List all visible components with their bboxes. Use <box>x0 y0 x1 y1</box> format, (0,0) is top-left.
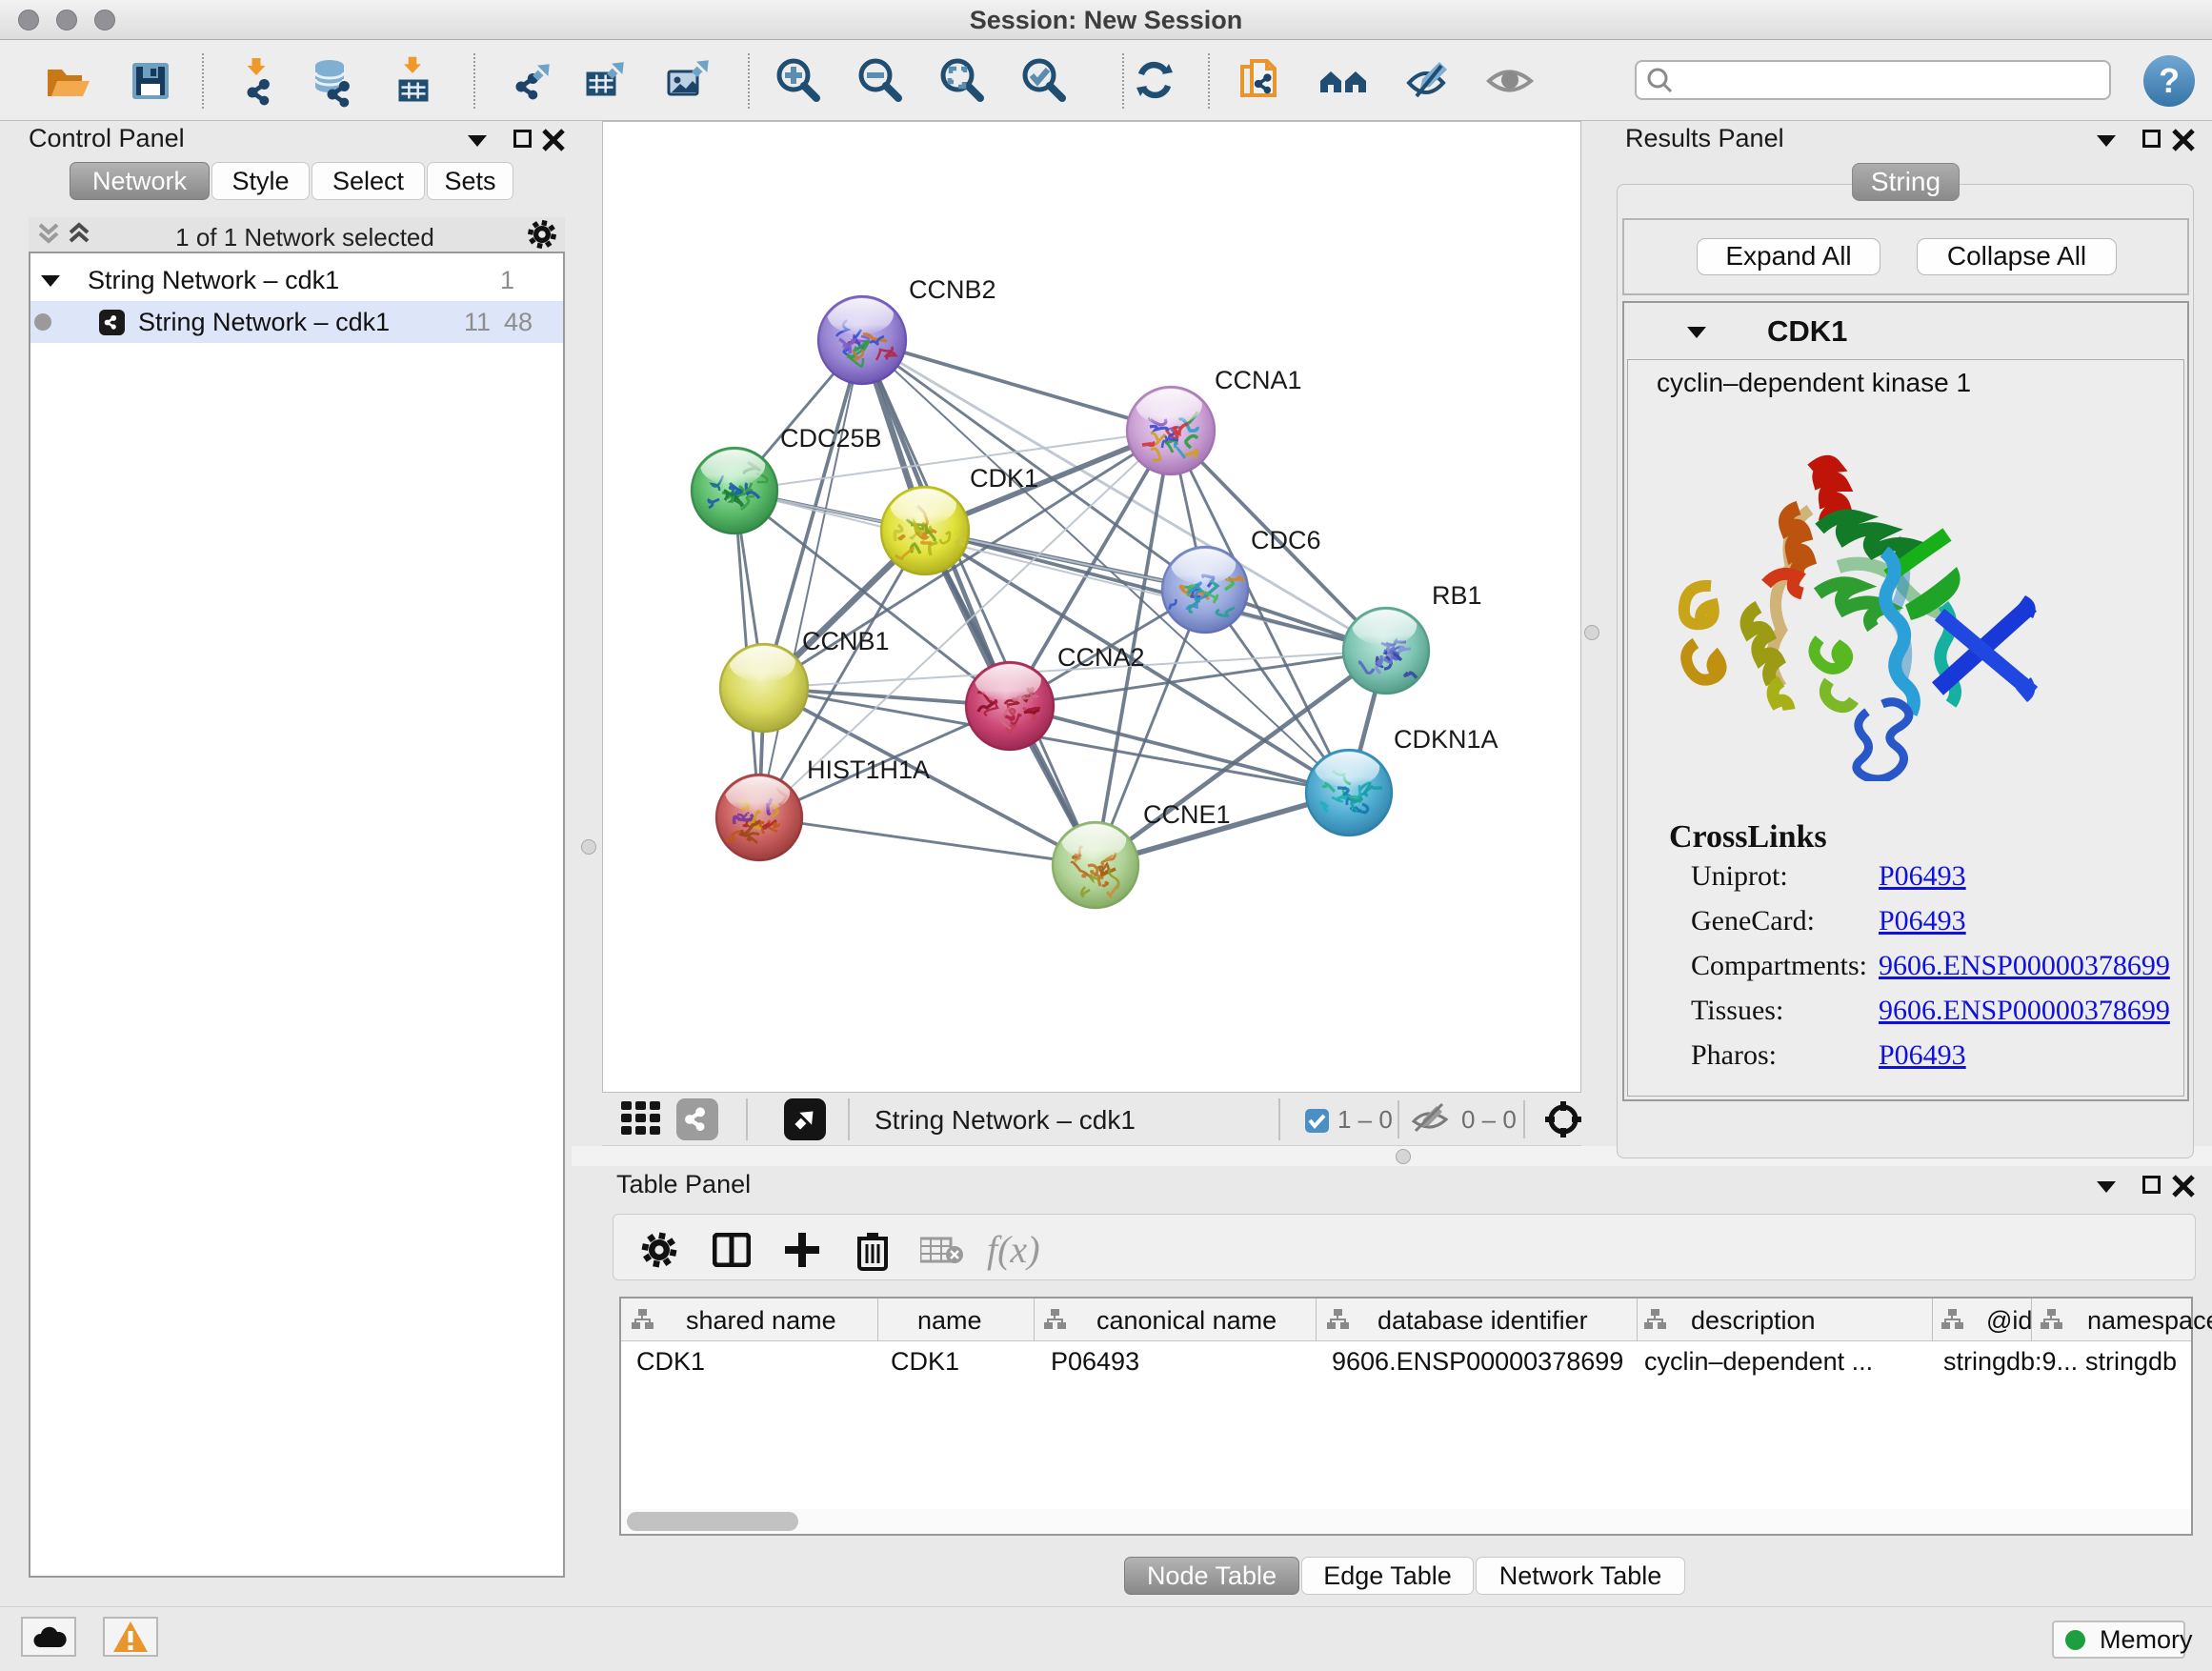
svg-text:CCNA2: CCNA2 <box>1057 643 1145 672</box>
svg-text:CCNE1: CCNE1 <box>1143 800 1231 829</box>
svg-text:CCNB1: CCNB1 <box>802 627 890 655</box>
svg-text:CCNA1: CCNA1 <box>1215 366 1302 394</box>
svg-text:String Network – cdk1: String Network – cdk1 <box>875 1105 1136 1135</box>
svg-text:1 – 0: 1 – 0 <box>1337 1105 1393 1134</box>
svg-text:CDC25B: CDC25B <box>780 424 882 453</box>
svg-text:HIST1H1A: HIST1H1A <box>807 755 930 784</box>
svg-text:CDC6: CDC6 <box>1251 526 1321 554</box>
svg-text:0 – 0: 0 – 0 <box>1461 1105 1517 1134</box>
svg-text:CDKN1A: CDKN1A <box>1394 725 1498 754</box>
svg-text:RB1: RB1 <box>1432 581 1482 610</box>
svg-text:CDK1: CDK1 <box>970 464 1038 493</box>
svg-text:CCNB2: CCNB2 <box>909 275 996 304</box>
